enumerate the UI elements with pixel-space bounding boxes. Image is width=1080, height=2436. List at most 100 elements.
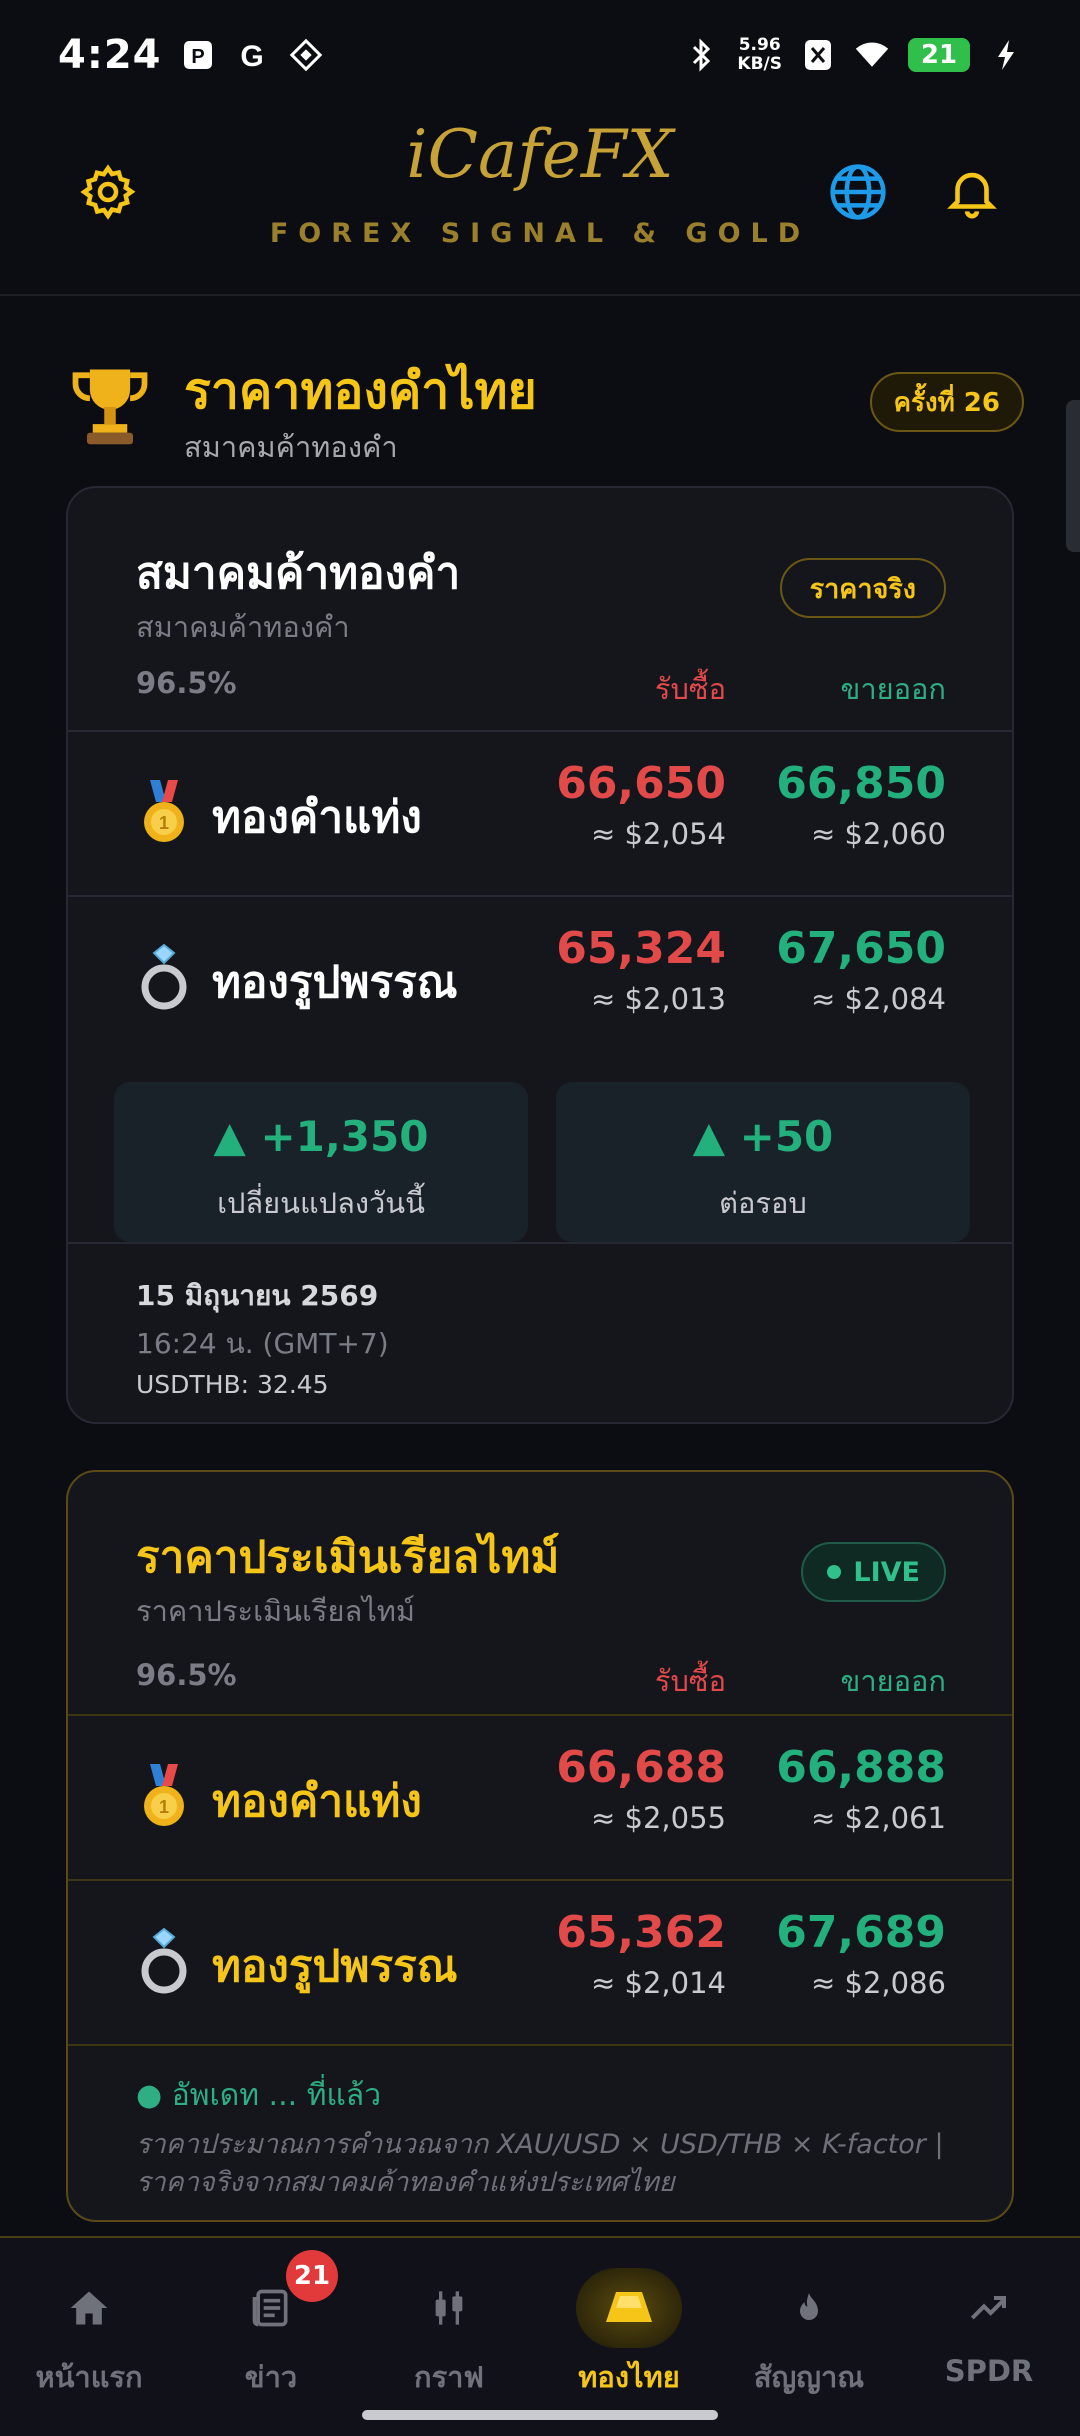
price-row-ornament: ทองรูปพรรณ 65,324 ≈ $2,013 67,650 ≈ $2,0… xyxy=(68,895,1012,1060)
live-dot-icon xyxy=(827,1565,842,1579)
section-header: ราคาทองคำไทย สมาคมค้าทองคำ ครั้งที่ 26 xyxy=(64,352,1024,464)
sell-price-thb: 67,689 xyxy=(776,1907,946,1958)
row-label: ทองคำแท่ง xyxy=(212,792,422,843)
bottom-navigation: หน้าแรก 21 ข่าว กราฟ ทองไทย สัญญาณ SPDR xyxy=(0,2236,1080,2436)
card-footer: ● อัพเดท ... ที่แล้ว ราคาประมาณการคำนวณจ… xyxy=(68,2044,1012,2220)
change-round-box: ▲ +50 ต่อรอบ xyxy=(556,1082,970,1242)
card-title: สมาคมค้าทองคำ xyxy=(136,548,461,599)
card-subtitle: สมาคมค้าทองคำ xyxy=(136,610,350,644)
svg-text:1: 1 xyxy=(159,813,169,833)
sell-price: 67,650 ≈ $2,084 xyxy=(776,919,946,1019)
nav-label: ข่าว xyxy=(244,2360,298,2394)
section-subtitle: สมาคมค้าทองคำ xyxy=(184,430,398,464)
nav-news[interactable]: 21 ข่าว xyxy=(186,2250,356,2398)
change-today-value: ▲ +1,350 xyxy=(213,1112,429,1161)
bluetooth-icon xyxy=(683,37,719,73)
nav-thai-gold[interactable]: ทองไทย xyxy=(544,2268,714,2398)
sell-header: ขายออก xyxy=(840,1664,947,1698)
change-today-label: เปลี่ยนแปลงวันนี้ xyxy=(217,1186,425,1220)
change-today-box: ▲ +1,350 เปลี่ยนแปลงวันนี้ xyxy=(114,1082,528,1242)
change-round-value: ▲ +50 xyxy=(692,1112,834,1161)
buy-price-usd: ≈ $2,054 xyxy=(591,817,726,851)
notification-button[interactable] xyxy=(932,152,1012,232)
trend-icon xyxy=(904,2278,1074,2338)
buy-price-usd: ≈ $2,013 xyxy=(591,982,726,1016)
medal-icon: 1 xyxy=(136,1762,196,1832)
network-speed-unit: KB/S xyxy=(737,54,782,74)
round-badge: ครั้งที่ 26 xyxy=(869,372,1024,432)
update-status: ● อัพเดท ... ที่แล้ว xyxy=(136,2078,382,2113)
bell-icon xyxy=(947,172,997,219)
nav-chart[interactable]: กราฟ xyxy=(364,2278,534,2398)
sell-price: 67,689 ≈ $2,086 xyxy=(776,1903,946,2003)
buy-price-usd: ≈ $2,055 xyxy=(591,1801,726,1835)
nav-spdr[interactable]: SPDR xyxy=(904,2278,1074,2398)
language-button[interactable] xyxy=(818,152,898,232)
google-icon: G xyxy=(234,37,270,73)
ring-icon xyxy=(136,1927,196,1997)
sell-price-usd: ≈ $2,086 xyxy=(811,1966,946,2000)
sell-price-thb: 66,888 xyxy=(776,1742,946,1793)
nav-label: กราฟ xyxy=(414,2360,484,2394)
official-price-card: สมาคมค้าทองคำ สมาคมค้าทองคำ ราคาจริง 96.… xyxy=(66,486,1014,1424)
network-speed: 5.96 KB/S xyxy=(737,36,782,74)
network-speed-value: 5.96 xyxy=(738,35,781,55)
purity-label: 96.5% xyxy=(136,666,237,700)
buy-price-thb: 66,650 xyxy=(556,758,726,809)
update-date: 15 มิถุนายน 2569 xyxy=(136,1279,379,1312)
buy-price-thb: 66,688 xyxy=(556,1742,726,1793)
diamond-app-icon xyxy=(288,37,324,73)
nav-label: ทองไทย xyxy=(578,2360,680,2394)
sell-price: 66,850 ≈ $2,060 xyxy=(776,754,946,854)
nav-label: สัญญาณ xyxy=(753,2360,865,2394)
scroll-indicator[interactable] xyxy=(1066,400,1080,552)
home-indicator[interactable] xyxy=(362,2410,718,2420)
sell-price-usd: ≈ $2,061 xyxy=(811,1801,946,1835)
medal-icon: 1 xyxy=(136,778,196,848)
row-label: ทองรูปพรรณ xyxy=(212,957,458,1008)
candlestick-icon xyxy=(364,2278,534,2338)
globe-icon xyxy=(830,164,886,220)
sell-price: 66,888 ≈ $2,061 xyxy=(776,1738,946,1838)
nav-home[interactable]: หน้าแรก xyxy=(4,2278,174,2398)
buy-price: 66,650 ≈ $2,054 xyxy=(556,754,726,854)
sell-price-usd: ≈ $2,060 xyxy=(811,817,946,851)
card-footer: 15 มิถุนายน 2569 16:24 น. (GMT+7) USDTHB… xyxy=(68,1242,1012,1422)
home-icon xyxy=(4,2278,174,2338)
price-row-gold-bar: 1 ทองคำแท่ง 66,650 ≈ $2,054 66,850 ≈ $2,… xyxy=(68,730,1012,895)
svg-text:G: G xyxy=(240,40,263,72)
row-label: ทองรูปพรรณ xyxy=(212,1941,458,1992)
card-title: ราคาประเมินเรียลไทม์ xyxy=(136,1532,560,1583)
realtime-price-card: ราคาประเมินเรียลไทม์ ราคาประเมินเรียลไทม… xyxy=(66,1470,1014,2222)
column-header: 96.5% รับซื้อ ขายออก xyxy=(68,666,1012,706)
real-price-pill: ราคาจริง xyxy=(779,558,946,618)
row-label: ทองคำแท่ง xyxy=(212,1776,422,1827)
wifi-icon xyxy=(854,37,890,73)
buy-price: 66,688 ≈ $2,055 xyxy=(556,1738,726,1838)
flame-icon xyxy=(724,2278,894,2338)
nav-signal[interactable]: สัญญาณ xyxy=(724,2278,894,2398)
trophy-icon xyxy=(64,358,156,454)
buy-price-usd: ≈ $2,014 xyxy=(591,1966,726,2000)
update-time: 16:24 น. (GMT+7) xyxy=(136,1327,389,1360)
svg-text:1: 1 xyxy=(159,1797,169,1817)
app-tagline: FOREX SIGNAL & GOLD xyxy=(269,218,811,249)
buy-price: 65,362 ≈ $2,014 xyxy=(556,1903,726,2003)
price-row-ornament: ทองรูปพรรณ 65,362 ≈ $2,014 67,689 ≈ $2,0… xyxy=(68,1879,1012,2044)
nav-label: SPDR xyxy=(944,2354,1034,2388)
buy-header: รับซื้อ xyxy=(654,672,726,706)
purity-label: 96.5% xyxy=(136,1658,237,1692)
nav-label: หน้าแรก xyxy=(35,2360,143,2394)
buy-header: รับซื้อ xyxy=(654,1664,726,1698)
sell-header: ขายออก xyxy=(840,672,947,706)
column-header: 96.5% รับซื้อ ขายออก xyxy=(68,1658,1012,1698)
live-pill: LIVE xyxy=(801,1542,946,1602)
sell-price-thb: 66,850 xyxy=(776,758,946,809)
buy-price-thb: 65,362 xyxy=(556,1907,726,1958)
change-round-label: ต่อรอบ xyxy=(719,1186,807,1220)
svg-text:P: P xyxy=(191,46,204,68)
news-badge: 21 xyxy=(286,2250,338,2302)
buy-price-thb: 65,324 xyxy=(556,923,726,974)
price-row-gold-bar: 1 ทองคำแท่ง 66,688 ≈ $2,055 66,888 ≈ $2,… xyxy=(68,1714,1012,1879)
card-subtitle: ราคาประเมินเรียลไทม์ xyxy=(136,1594,416,1628)
